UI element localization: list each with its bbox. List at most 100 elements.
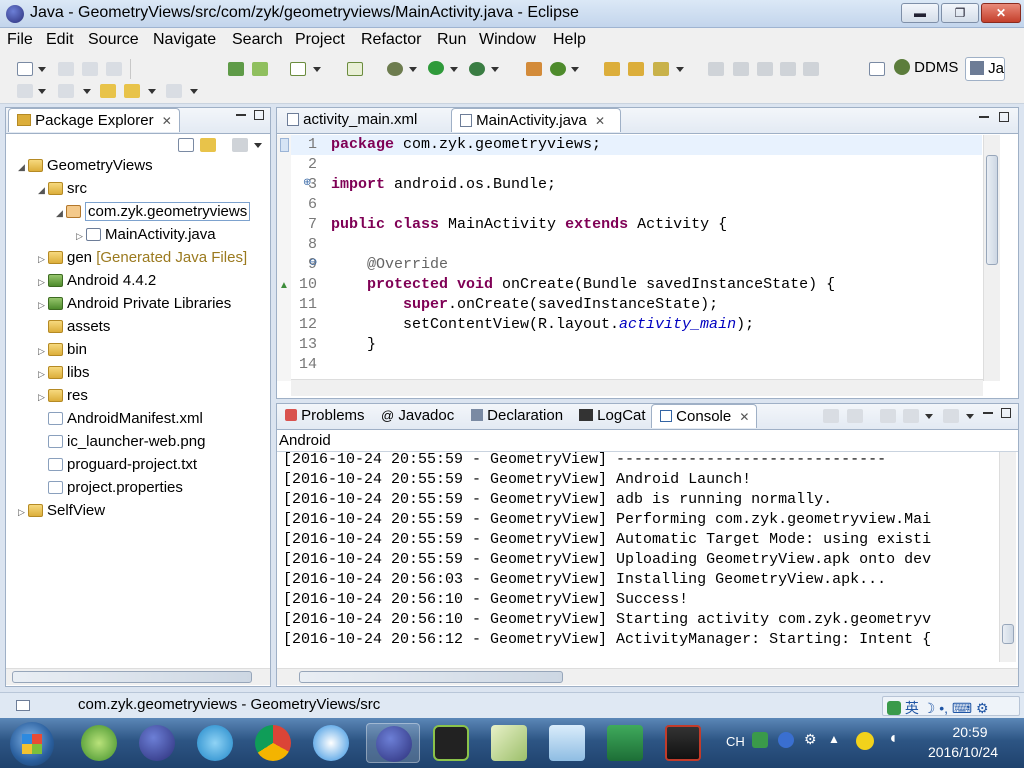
taskbar-eclipse-2[interactable]: [366, 723, 420, 763]
collapse-arrow-icon[interactable]: ◢: [56, 208, 66, 219]
highlight-icon[interactable]: [733, 62, 749, 76]
annotation-next-icon[interactable]: [58, 84, 74, 98]
minimize-view-icon[interactable]: [236, 114, 246, 116]
link-editor-icon[interactable]: [200, 138, 216, 152]
language-indicator[interactable]: CH: [726, 734, 745, 749]
show-hidden-icons[interactable]: ▲: [828, 732, 840, 746]
tree-horizontal-scrollbar[interactable]: [6, 668, 270, 685]
tree-item[interactable]: ◢ src: [6, 180, 87, 203]
view-menu-dropdown-icon[interactable]: [254, 143, 262, 148]
external-tools-icon[interactable]: [469, 62, 485, 76]
display-console-icon[interactable]: [903, 409, 919, 423]
menu-navigate[interactable]: Navigate: [153, 31, 216, 49]
taskbar-eclipse-1[interactable]: [130, 723, 184, 763]
tab-logcat[interactable]: LogCat: [571, 404, 651, 428]
external-dropdown-icon[interactable]: [491, 67, 499, 72]
ime-tray-icon[interactable]: [752, 732, 768, 748]
clear-console-icon[interactable]: [823, 409, 839, 423]
new-class-dropdown-icon[interactable]: [571, 67, 579, 72]
expand-arrow-icon[interactable]: ▷: [38, 346, 48, 357]
scroll-lock-icon[interactable]: [847, 409, 863, 423]
dropdown-icon[interactable]: [313, 67, 321, 72]
close-icon[interactable]: ✕: [595, 114, 605, 128]
android-sdk-icon[interactable]: [228, 62, 244, 76]
tree-item[interactable]: ▷ gen [Generated Java Files]: [6, 249, 247, 272]
tab-console[interactable]: Console ✕: [651, 404, 757, 428]
tab-mainactivity-java[interactable]: MainActivity.java ✕: [451, 108, 621, 132]
pin-console-icon[interactable]: [880, 409, 896, 423]
clock-time[interactable]: 20:59: [940, 724, 1000, 740]
perspective-java[interactable]: Ja: [965, 57, 1005, 81]
perspective-ddms[interactable]: DDMS: [890, 57, 962, 81]
taskbar-maps[interactable]: [482, 723, 536, 763]
maximize-view-icon[interactable]: [254, 110, 264, 120]
scroll-thumb[interactable]: [986, 155, 998, 265]
toggle-icon[interactable]: [780, 62, 796, 76]
new-class-icon[interactable]: [550, 62, 566, 76]
navigate-dropdown-icon[interactable]: [38, 89, 46, 94]
volume-icon[interactable]: ◖: [888, 730, 898, 748]
save-all-icon[interactable]: [82, 62, 98, 76]
open-type-icon[interactable]: [604, 62, 620, 76]
tree-item[interactable]: project.properties: [6, 479, 183, 502]
taskbar-chrome[interactable]: [246, 723, 300, 763]
minimize-view-icon[interactable]: [979, 116, 989, 118]
settings-tray-icon[interactable]: ⚙: [804, 731, 817, 748]
taskbar-ie[interactable]: [72, 723, 126, 763]
scroll-thumb[interactable]: [12, 671, 252, 683]
maximize-view-icon[interactable]: [1001, 408, 1011, 418]
view-menu-icon[interactable]: [232, 138, 248, 152]
menu-window[interactable]: Window: [479, 31, 536, 49]
console-output[interactable]: [2016-10-24 20:55:59 - GeometryView] ---…: [277, 452, 997, 662]
taskbar-network[interactable]: [188, 723, 242, 763]
menu-source[interactable]: Source: [88, 31, 139, 49]
tab-problems[interactable]: Problems: [277, 404, 371, 428]
code-area[interactable]: 1 package com.zyk.geometryviews; 2 3 import …: [291, 135, 982, 381]
scroll-thumb[interactable]: [1002, 624, 1014, 644]
navigate-icon[interactable]: [17, 84, 33, 98]
open-task-icon[interactable]: [628, 62, 644, 76]
tab-activity-main-xml[interactable]: activity_main.xml: [279, 108, 447, 132]
checkbox-icon[interactable]: [290, 62, 306, 76]
new-java-project-icon[interactable]: [526, 62, 542, 76]
tray-app-icon[interactable]: [856, 732, 874, 750]
tab-package-explorer[interactable]: Package Explorer ✕: [8, 108, 180, 132]
close-icon[interactable]: ✕: [739, 410, 749, 424]
open-console-dropdown-icon[interactable]: [966, 414, 974, 419]
editor-vertical-scrollbar[interactable]: [983, 135, 1000, 381]
tree-item[interactable]: proguard-project.txt: [6, 456, 197, 479]
new-dropdown-icon[interactable]: [38, 67, 46, 72]
annotation-dropdown-icon[interactable]: [83, 89, 91, 94]
debug-dropdown-icon[interactable]: [409, 67, 417, 72]
menu-help[interactable]: Help: [553, 31, 586, 49]
tree-item[interactable]: ▷ res: [6, 387, 88, 410]
fold-expand-icon[interactable]: ⊕: [303, 177, 311, 188]
minimize-view-icon[interactable]: [983, 412, 993, 414]
menu-run[interactable]: Run: [437, 31, 466, 49]
tree-item[interactable]: ▷ bin: [6, 341, 87, 364]
tab-declaration[interactable]: Declaration: [463, 404, 569, 428]
taskbar-android[interactable]: [424, 723, 478, 763]
block-icon[interactable]: [803, 62, 819, 76]
tree-item[interactable]: ▷ Android Private Libraries: [6, 295, 231, 318]
collapse-arrow-icon[interactable]: ◢: [18, 162, 28, 173]
taskbar-excel[interactable]: [598, 723, 652, 763]
menu-search[interactable]: Search: [232, 31, 283, 49]
tree-item[interactable]: ▷ Android 4.4.2: [6, 272, 156, 295]
fold-collapse-icon[interactable]: ⊖: [309, 257, 317, 268]
help-tray-icon[interactable]: [778, 732, 794, 748]
annotation-icon[interactable]: [708, 62, 724, 76]
expand-arrow-icon[interactable]: ▷: [38, 254, 48, 265]
new-icon[interactable]: [17, 62, 33, 76]
maximize-button[interactable]: ❐: [941, 3, 979, 23]
tree-item[interactable]: ◢ com.zyk.geometryviews: [6, 202, 251, 226]
debug-icon[interactable]: [387, 62, 403, 76]
run-dropdown-icon[interactable]: [450, 67, 458, 72]
avd-manager-icon[interactable]: [252, 62, 268, 76]
expand-arrow-icon[interactable]: ▷: [38, 300, 48, 311]
display-dropdown-icon[interactable]: [925, 414, 933, 419]
console-horizontal-scrollbar[interactable]: [277, 668, 1018, 685]
editor-horizontal-scrollbar[interactable]: [291, 379, 983, 396]
expand-arrow-icon[interactable]: ▷: [18, 507, 28, 518]
scroll-thumb[interactable]: [299, 671, 563, 683]
